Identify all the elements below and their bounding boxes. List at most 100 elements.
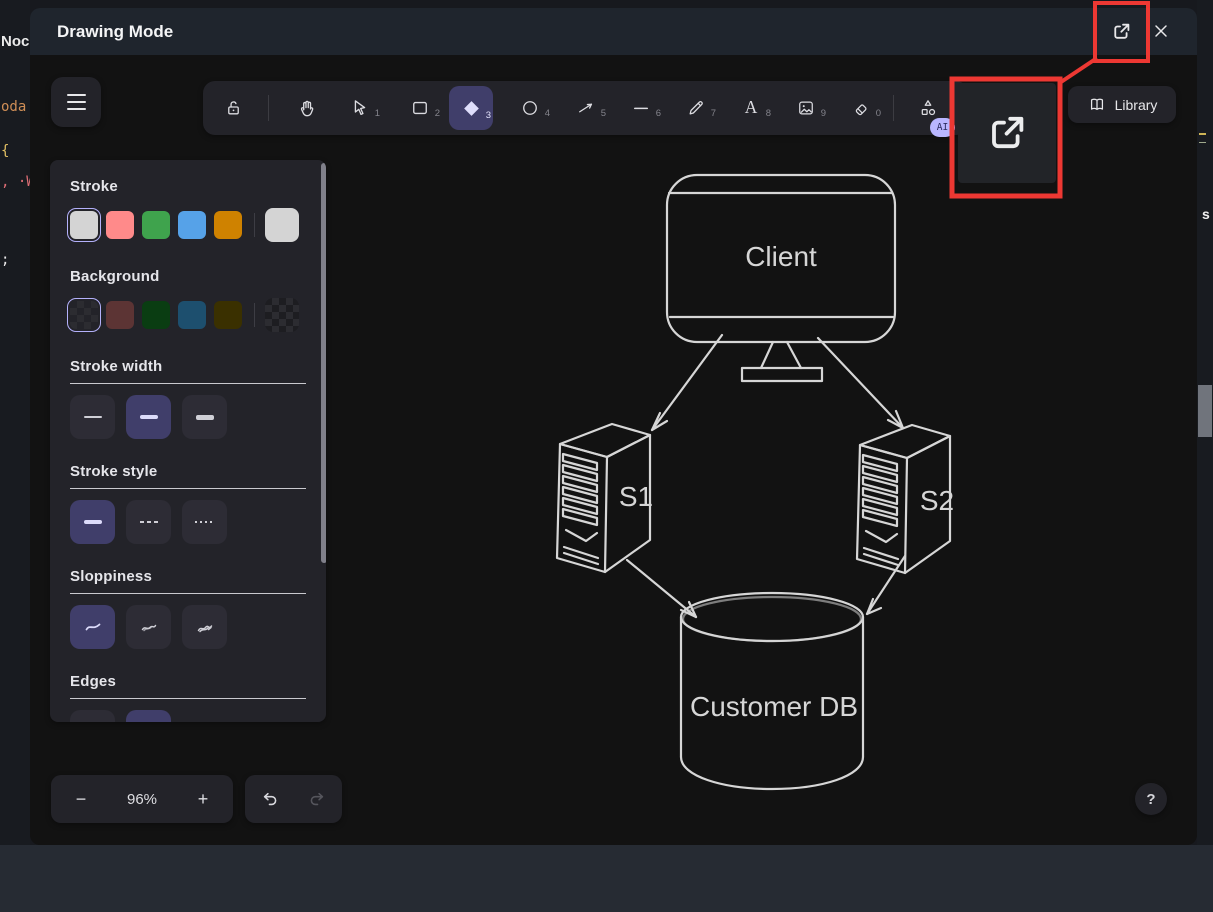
rectangle-icon	[410, 98, 430, 118]
image-icon	[796, 98, 816, 118]
arrow-client-s2[interactable]	[818, 338, 903, 428]
image-tool-button[interactable]: 9	[786, 88, 826, 128]
stroke-style-section-label: Stroke style	[70, 463, 306, 489]
modal-header: Drawing Mode	[30, 8, 1197, 55]
line-tool-button[interactable]: 6	[621, 88, 661, 128]
open-in-new-tab-button-large[interactable]	[958, 83, 1056, 183]
code-text: , ·W	[1, 174, 30, 190]
redo-button[interactable]	[307, 788, 329, 810]
diamond-tool-button[interactable]: 3	[449, 86, 493, 130]
history-controls	[245, 775, 342, 823]
sloppiness-architect-button[interactable]	[70, 605, 115, 649]
svg-text:A: A	[745, 97, 758, 117]
zoom-level[interactable]: 96%	[127, 791, 157, 808]
stroke-style-solid-button[interactable]	[70, 500, 115, 544]
cursor-icon	[350, 98, 370, 118]
edges-round-button[interactable]	[126, 710, 171, 722]
lock-tool-button[interactable]	[213, 88, 253, 128]
ellipse-tool-button[interactable]: 4	[510, 88, 550, 128]
redo-icon	[307, 788, 329, 810]
background-color-swatch[interactable]	[214, 301, 242, 329]
stroke-current-color[interactable]	[265, 208, 299, 242]
stroke-color-swatch[interactable]	[70, 211, 98, 239]
stroke-style-dashed-button[interactable]	[126, 500, 171, 544]
edge-mark	[1199, 133, 1206, 135]
unlocked-padlock-icon	[223, 98, 244, 119]
background-color-swatch[interactable]	[142, 301, 170, 329]
zoom-out-button[interactable]: −	[69, 789, 93, 810]
eraser-tool-button[interactable]: 0	[841, 88, 881, 128]
node-label-client: Client	[745, 241, 817, 272]
background-color-swatch[interactable]	[178, 301, 206, 329]
sloppiness-options	[70, 605, 306, 649]
background-color-row	[70, 298, 306, 332]
open-in-new-tab-button[interactable]	[1106, 16, 1136, 46]
background-section-label: Background	[70, 268, 306, 285]
panel-scrollbar-thumb[interactable]	[321, 163, 326, 563]
edges-sharp-button[interactable]	[70, 710, 115, 722]
background-current-color[interactable]	[265, 298, 299, 332]
ellipse-icon	[520, 98, 540, 118]
arrow-client-s1[interactable]	[652, 335, 722, 430]
node-label-customer-db: Customer DB	[690, 691, 858, 722]
stroke-color-swatch[interactable]	[106, 211, 134, 239]
help-button[interactable]: ?	[1135, 783, 1167, 815]
stroke-width-bold-button[interactable]	[126, 395, 171, 439]
stroke-color-swatch[interactable]	[178, 211, 206, 239]
stroke-color-swatch[interactable]	[214, 211, 242, 239]
stroke-style-dotted-button[interactable]	[182, 500, 227, 544]
stroke-width-thin-button[interactable]	[70, 395, 115, 439]
sloppiness-artist-button[interactable]	[126, 605, 171, 649]
toolbar-divider	[268, 95, 269, 121]
shapes-icon	[917, 97, 939, 119]
background-color-swatch[interactable]	[106, 301, 134, 329]
zoom-in-button[interactable]: +	[191, 789, 215, 810]
draw-tool-button[interactable]: 7	[676, 88, 716, 128]
external-link-icon	[983, 109, 1031, 157]
hand-tool-button[interactable]	[286, 88, 326, 128]
background-scrollbar-thumb[interactable]	[1198, 385, 1212, 437]
stroke-style-options	[70, 500, 306, 544]
toolbar-divider	[893, 95, 894, 121]
sloppiness-cartoonist-button[interactable]	[182, 605, 227, 649]
undo-button[interactable]	[258, 788, 280, 810]
hand-icon	[296, 98, 317, 119]
stroke-width-options	[70, 395, 306, 439]
edge-text: s	[1202, 206, 1210, 222]
stroke-color-swatch[interactable]	[142, 211, 170, 239]
close-icon	[1151, 21, 1171, 41]
code-text: ;	[1, 252, 9, 268]
zoom-controls: − 96% +	[51, 775, 233, 823]
eraser-icon	[851, 98, 871, 118]
text-tool-button[interactable]: A 8	[731, 88, 771, 128]
ai-badge[interactable]: AI	[930, 118, 955, 137]
node-s1[interactable]: S1	[557, 424, 653, 572]
library-button[interactable]: Library	[1068, 86, 1176, 123]
stroke-width-extrabold-button[interactable]	[182, 395, 227, 439]
code-text: oda	[1, 99, 26, 115]
background-color-swatch[interactable]	[70, 301, 98, 329]
node-s2[interactable]: S2	[857, 425, 954, 573]
properties-panel: Stroke Background Stroke width	[50, 160, 326, 722]
modal-title: Drawing Mode	[57, 8, 173, 55]
cartoonist-squiggle-icon	[195, 617, 215, 637]
architect-squiggle-icon	[83, 617, 103, 637]
code-text: {	[1, 143, 9, 159]
book-icon	[1087, 95, 1107, 115]
close-button[interactable]	[1146, 16, 1176, 46]
sloppiness-section-label: Sloppiness	[70, 568, 306, 594]
arrow-tool-button[interactable]: 5	[566, 88, 606, 128]
background-right-edge: s	[1197, 0, 1213, 845]
selection-tool-button[interactable]: 1	[340, 88, 380, 128]
node-customer-db[interactable]: Customer DB	[681, 593, 863, 789]
rectangle-tool-button[interactable]: 2	[400, 88, 440, 128]
stroke-width-section-label: Stroke width	[70, 358, 306, 384]
node-client[interactable]: Client	[667, 175, 895, 381]
main-menu-button[interactable]	[51, 77, 101, 127]
code-text: Noc	[1, 33, 29, 50]
node-label-s2: S2	[920, 485, 954, 516]
background-code-editor: Noc oda { , ·W ;	[0, 0, 30, 845]
artist-squiggle-icon	[139, 617, 159, 637]
app-window: Noc oda { , ·W ; s nscription ken Alan T…	[0, 0, 1213, 912]
tool-toolbar: 1 2 3 4	[203, 81, 968, 135]
